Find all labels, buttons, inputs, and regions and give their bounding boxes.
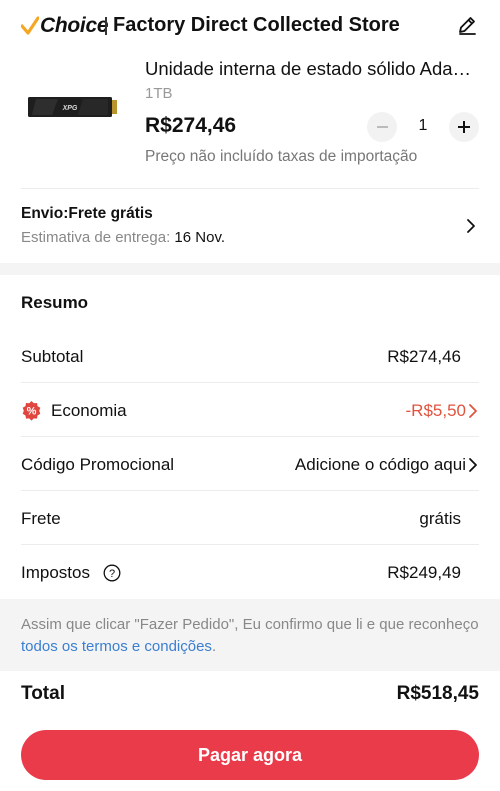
- choice-label: Choice: [40, 14, 109, 37]
- product-image[interactable]: XPG: [28, 95, 118, 119]
- pencil-icon[interactable]: [456, 14, 478, 36]
- shipping-estimate: Estimativa de entrega: 16 Nov.: [21, 229, 226, 246]
- shipping-fee-label: Frete: [21, 509, 61, 528]
- subtotal-label: Subtotal: [21, 347, 84, 366]
- taxes-value: R$249,49: [387, 563, 461, 582]
- economia-label: Economia: [51, 401, 127, 420]
- chevron-right-icon: [467, 219, 475, 233]
- add-promo-code-link[interactable]: Adicione o código aqui: [295, 455, 466, 475]
- terms-notice: Assim que clicar "Fazer Pedido", Eu conf…: [21, 616, 479, 655]
- section-separator: [0, 263, 500, 275]
- divider: [21, 544, 479, 545]
- help-icon[interactable]: ?: [103, 564, 121, 582]
- shipping-fee-value: grátis: [419, 509, 461, 528]
- delivery-date: 16 Nov.: [174, 229, 226, 246]
- product-price: R$274,46: [145, 114, 237, 137]
- divider: [21, 382, 479, 383]
- chevron-right-icon: [469, 404, 477, 418]
- product-variant: 1TB: [145, 85, 173, 102]
- product-title[interactable]: Unidade interna de estado sólido Ada…: [145, 58, 480, 80]
- choice-logo: Choice: [21, 13, 109, 39]
- quantity-decrease-button[interactable]: [367, 112, 397, 142]
- minus-icon: [376, 126, 388, 128]
- economia-value: -R$5,50: [405, 401, 466, 420]
- divider: [21, 188, 479, 189]
- svg-text:%: %: [27, 406, 37, 418]
- shipping-title: Envio:Frete grátis: [21, 205, 153, 222]
- discount-badge-icon: %: [22, 401, 41, 421]
- divider: [21, 436, 479, 437]
- summary-title: Resumo: [21, 293, 89, 312]
- store-name[interactable]: Factory Direct Collected Store: [113, 14, 400, 37]
- subtotal-value: R$274,46: [387, 347, 461, 366]
- svg-text:?: ?: [109, 568, 115, 580]
- quantity-increase-button[interactable]: [449, 112, 479, 142]
- promo-code-label: Código Promocional: [21, 455, 175, 474]
- taxes-label: Impostos: [21, 563, 90, 582]
- total-label: Total: [21, 683, 65, 704]
- checkmark-icon: [21, 16, 39, 35]
- chevron-right-icon: [469, 458, 477, 472]
- header-divider: [105, 17, 107, 35]
- quantity-value: 1: [418, 117, 428, 134]
- total-value: R$518,45: [396, 683, 479, 704]
- import-tax-note: Preço não incluído taxas de importação: [145, 148, 418, 165]
- store-header: Choice Factory Direct Collected Store: [0, 0, 500, 52]
- divider: [21, 490, 479, 491]
- terms-link[interactable]: todos os termos e condições: [21, 638, 212, 655]
- pay-now-button[interactable]: Pagar agora: [21, 730, 479, 780]
- svg-text:XPG: XPG: [62, 105, 78, 112]
